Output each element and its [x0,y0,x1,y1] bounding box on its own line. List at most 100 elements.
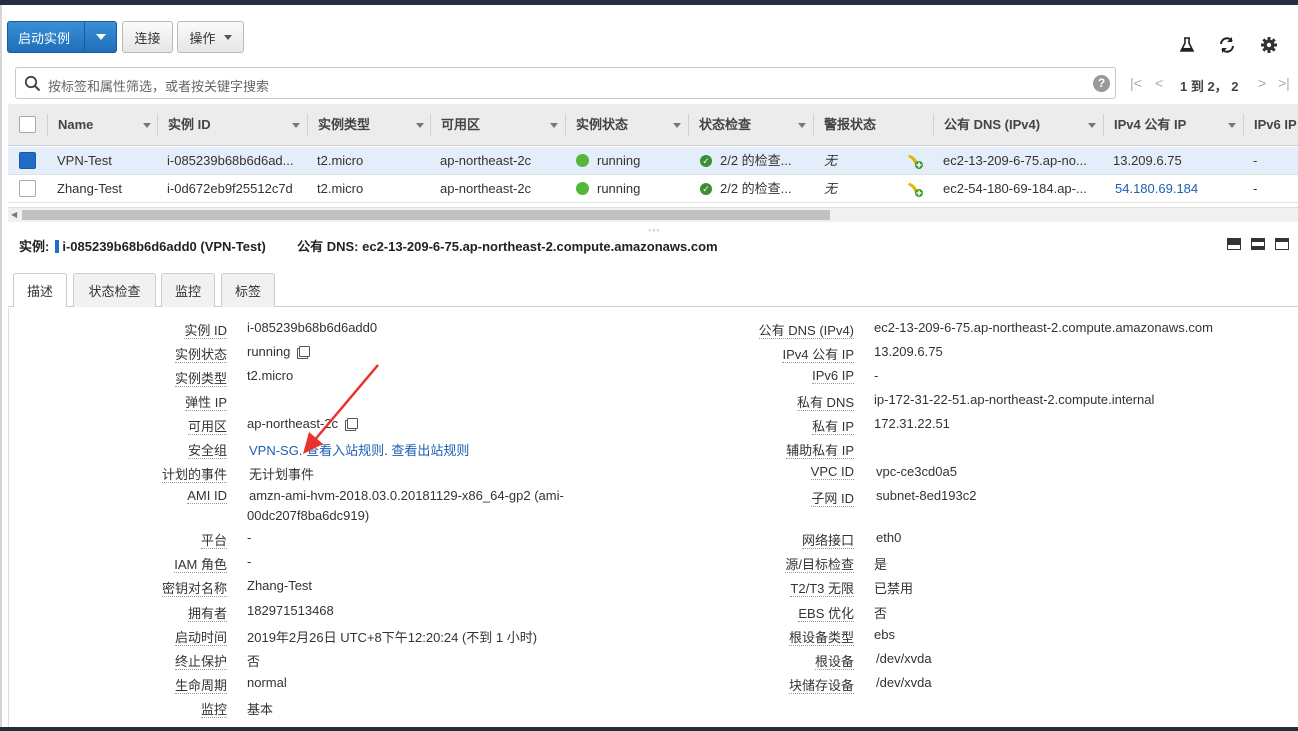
column-header-public-dns[interactable]: 公有 DNS (IPv4) [944,104,1040,146]
field-label-ipv6: IPv6 IP [812,368,854,384]
content-left-border [8,308,9,727]
flask-icon[interactable] [1176,34,1198,56]
horizontal-scrollbar[interactable]: ◀ [8,207,1298,222]
search-input[interactable]: 按标签和属性筛选，或者按关键字搜索 ? [15,67,1116,99]
field-value-vpc-id[interactable]: vpc-ce3cd0a5 [876,464,957,479]
field-value-instance-type: t2.micro [247,368,294,383]
cell-public-dns: ec2-13-209-6-75.ap-no... [943,153,1087,168]
field-label-security-groups: 安全组 [187,443,227,459]
pager-first-icon[interactable]: |< [1130,75,1142,91]
field-value-ipv6: - [874,368,879,383]
column-header-ipv6[interactable]: IPv6 IP [1254,104,1297,146]
column-header-name[interactable]: Name [58,104,93,146]
scrollbar-thumb[interactable] [22,210,830,220]
pager-last-icon[interactable]: >| [1278,75,1290,91]
field-value-root-device[interactable]: /dev/xvda [876,651,932,666]
column-header-instance-id[interactable]: 实例 ID [168,104,211,146]
checks-text: 2/2 的检查... [720,153,792,168]
resize-grip-icon[interactable]: ◦◦◦ [648,225,661,235]
pager-next-icon[interactable]: > [1258,75,1266,91]
column-header-instance-type[interactable]: 实例类型 [318,104,370,146]
field-label-monitoring: 监控 [200,702,227,718]
field-label-platform: 平台 [200,533,227,549]
instances-table: Name 实例 ID 实例类型 可用区 实例状态 状态检查 警报状态 公有 DN… [8,104,1298,224]
column-header-alarm[interactable]: 警报状态 [824,104,876,146]
scroll-left-icon[interactable]: ◀ [11,210,17,219]
row-checkbox[interactable] [19,180,36,197]
row-checkbox[interactable] [19,152,36,169]
checks-text: 2/2 的检查... [720,181,792,196]
tab-monitoring[interactable]: 监控 [161,273,215,307]
connect-button[interactable]: 连接 [122,21,173,53]
security-group-link[interactable]: VPN-SG [249,443,299,458]
running-status-icon [576,182,589,196]
tab-tags[interactable]: 标签 [221,273,275,307]
cell-ipv4[interactable]: 54.180.69.184 [1115,175,1198,203]
field-label-ami-id: AMI ID [187,488,227,504]
detail-dns-prefix: 公有 DNS: [297,239,359,254]
help-icon[interactable]: ? [1093,75,1110,92]
field-value-scheduled-events[interactable]: 无计划事件 [249,464,314,483]
running-status-icon [576,154,589,168]
sort-caret-icon[interactable] [550,123,558,128]
field-value-subnet-id[interactable]: subnet-8ed193c2 [876,488,976,503]
sort-caret-icon[interactable] [673,123,681,128]
field-label-launch-time: 启动时间 [174,630,227,646]
sort-caret-icon[interactable] [798,123,806,128]
select-all-checkbox[interactable] [19,116,36,133]
alarm-text: 无 [824,153,838,168]
add-alarm-icon[interactable] [906,152,924,175]
view-outbound-rules-link[interactable]: 查看出站规则 [391,443,469,458]
launch-dropdown-toggle[interactable] [84,22,116,52]
column-header-state[interactable]: 实例状态 [576,104,628,146]
field-label-subnet-id: 子网 ID [811,491,854,507]
add-alarm-icon[interactable] [906,180,924,203]
cell-instance-type: t2.micro [317,153,364,168]
column-header-status-checks[interactable]: 状态检查 [699,104,751,146]
tab-description[interactable]: 描述 [13,273,67,307]
panel-middle-icon[interactable] [1251,238,1265,250]
sort-caret-icon[interactable] [416,123,424,128]
sort-caret-icon[interactable] [1228,123,1236,128]
cell-instance-id: i-0d672eb9f25512c7d [167,181,293,196]
field-value-termination-protection: 否 [247,654,261,669]
panel-bottom-icon[interactable] [1227,238,1241,250]
field-label-root-device-type: 根设备类型 [788,630,854,646]
sort-caret-icon[interactable] [143,123,151,128]
table-header: Name 实例 ID 实例类型 可用区 实例状态 状态检查 警报状态 公有 DN… [8,104,1298,146]
cell-az: ap-northeast-2c [440,181,532,196]
pager-prev-icon[interactable]: < [1155,75,1163,91]
field-value-ami-id[interactable]: amzn-ami-hvm-2018.03.0.20181129-x86_64-g… [249,488,564,503]
table-row[interactable]: Zhang-Test i-0d672eb9f25512c7d t2.micro … [8,175,1298,203]
field-label-ipv4: IPv4 公有 IP [782,347,854,363]
sort-caret-icon[interactable] [1088,123,1096,128]
field-value-ami-id-cont[interactable]: 00dc207f8ba6dc919) [247,508,369,523]
field-value-ebs-optimized: 否 [874,606,888,621]
table-row[interactable]: VPN-Test i-085239b68b6d6ad... t2.micro a… [8,147,1298,175]
gear-icon[interactable] [1258,34,1280,56]
actions-button[interactable]: 操作 [177,21,244,53]
field-value-network-interfaces[interactable]: eth0 [876,530,901,545]
cell-public-dns: ec2-54-180-69-184.ap-... [943,181,1087,196]
field-label-scheduled-events: 计划的事件 [161,467,227,483]
launch-instance-button[interactable]: 启动实例 [7,21,117,53]
refresh-icon[interactable] [1216,34,1238,56]
field-label-termination-protection: 终止保护 [174,654,227,670]
field-label-secondary-private-ip: 辅助私有 IP [786,443,854,459]
sort-caret-icon[interactable] [292,123,300,128]
column-header-az[interactable]: 可用区 [441,104,480,146]
cell-ipv6: - [1253,153,1258,168]
field-label-public-dns: 公有 DNS (IPv4) [758,323,854,339]
state-text: running [597,181,641,196]
panel-full-icon[interactable] [1275,238,1289,250]
launch-instance-label: 启动实例 [18,30,71,46]
field-value-owner: 182971513468 [247,603,334,618]
copy-icon[interactable] [299,346,311,358]
field-label-iam-role: IAM 角色 [174,557,227,573]
column-header-ipv4[interactable]: IPv4 公有 IP [1114,104,1186,146]
bottom-bar [0,727,1298,731]
tab-status-checks[interactable]: 状态检查 [73,273,156,307]
chevron-down-icon [223,34,232,40]
detail-dns-value: ec2-13-209-6-75.ap-northeast-2.compute.a… [362,239,718,254]
field-value-block-devices[interactable]: /dev/xvda [876,675,932,690]
